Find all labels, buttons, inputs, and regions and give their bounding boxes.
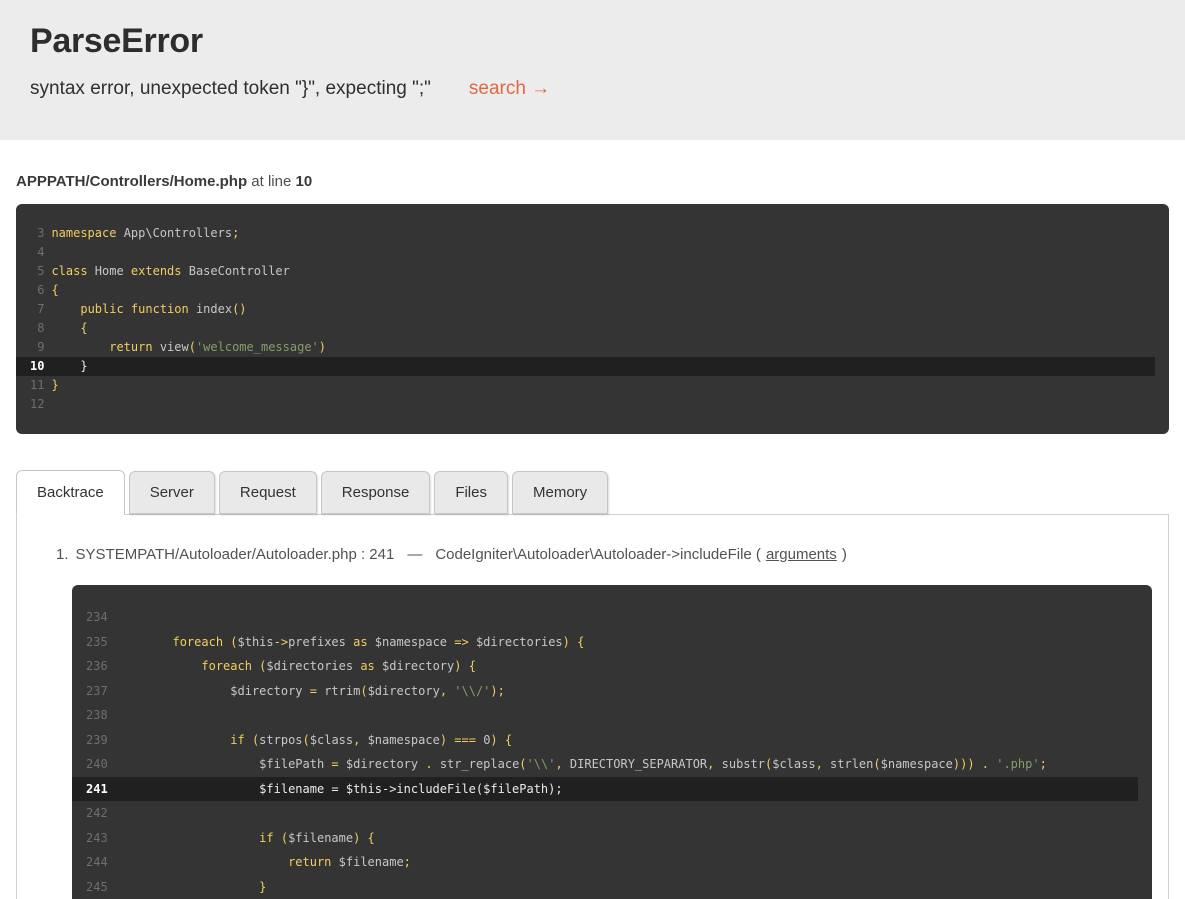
- line-number: 244: [86, 850, 108, 875]
- code-line: 5class Home extends BaseController: [16, 262, 1155, 281]
- line-number: 241: [86, 777, 108, 802]
- tab-memory[interactable]: Memory: [512, 471, 608, 514]
- line-number: 9: [30, 338, 44, 357]
- tab-response[interactable]: Response: [321, 471, 431, 514]
- code-line: 245 }: [72, 875, 1138, 899]
- page-header: ParseError syntax error, unexpected toke…: [0, 0, 1185, 140]
- backtrace-index: 1.: [56, 546, 69, 563]
- tab-backtrace[interactable]: Backtrace: [16, 470, 125, 515]
- line-number: 242: [86, 801, 108, 826]
- code-line: 12: [16, 395, 1155, 414]
- line-number: 239: [86, 728, 108, 753]
- tab-request[interactable]: Request: [219, 471, 317, 514]
- code-line: 234: [72, 605, 1138, 630]
- backtrace-list: 1. SYSTEMPATH/Autoloader/Autoloader.php :…: [33, 546, 1152, 899]
- line-number: 236: [86, 654, 108, 679]
- code-line: 8 {: [16, 319, 1155, 338]
- arguments-link[interactable]: arguments: [766, 546, 837, 563]
- line-number: 234: [86, 605, 108, 630]
- search-link[interactable]: search →: [469, 78, 550, 100]
- line-number: 8: [30, 319, 44, 338]
- line-number: 3: [30, 224, 44, 243]
- line-number: 5: [30, 262, 44, 281]
- backtrace-location: SYSTEMPATH/Autoloader/Autoloader.php : 2…: [76, 546, 395, 563]
- error-line-number: 10: [296, 173, 313, 190]
- trace-source: 234235 foreach ($this->prefixes as $name…: [72, 585, 1152, 899]
- code-line: 236 foreach ($directories as $directory)…: [72, 654, 1138, 679]
- file-path: APPPATH/Controllers/Home.php: [16, 173, 247, 190]
- file-location: APPPATH/Controllers/Home.php at line 10: [16, 173, 1169, 190]
- code-line: 11}: [16, 376, 1155, 395]
- line-number: 238: [86, 703, 108, 728]
- code-line: 242: [72, 801, 1138, 826]
- line-number: 240: [86, 752, 108, 777]
- code-line-highlighted: 241 $filename = $this->includeFile($file…: [72, 777, 1138, 802]
- line-number: 11: [30, 376, 44, 395]
- page-title: ParseError: [30, 21, 1155, 61]
- code-line: 7 public function index(): [16, 300, 1155, 319]
- tab-files[interactable]: Files: [434, 471, 508, 514]
- tab-server[interactable]: Server: [129, 471, 215, 514]
- code-line: 4: [16, 243, 1155, 262]
- error-message: syntax error, unexpected token "}", expe…: [30, 78, 431, 100]
- code-line: 240 $filePath = $directory . str_replace…: [72, 752, 1138, 777]
- code-line: 235 foreach ($this->prefixes as $namespa…: [72, 630, 1138, 655]
- backtrace-call-close: ): [842, 546, 847, 563]
- code-line: 237 $directory = rtrim($directory, '\\/'…: [72, 679, 1138, 704]
- code-line: 238: [72, 703, 1138, 728]
- code-line: 244 return $filename;: [72, 850, 1138, 875]
- code-line: 239 if (strpos($class, $namespace) === 0…: [72, 728, 1138, 753]
- line-number: 6: [30, 281, 44, 300]
- code-line: 6{: [16, 281, 1155, 300]
- error-page: ParseError syntax error, unexpected toke…: [0, 0, 1185, 899]
- backtrace-item: 1. SYSTEMPATH/Autoloader/Autoloader.php :…: [56, 546, 1152, 899]
- tabs-row: BacktraceServerRequestResponseFilesMemor…: [16, 470, 1169, 514]
- line-number: 245: [86, 875, 108, 899]
- dash-separator: —: [407, 546, 422, 563]
- backtrace-item-header: 1. SYSTEMPATH/Autoloader/Autoloader.php :…: [56, 546, 1152, 563]
- code-line: 3namespace App\Controllers;: [16, 224, 1155, 243]
- line-number: 235: [86, 630, 108, 655]
- code-line: 9 return view('welcome_message'): [16, 338, 1155, 357]
- line-number: 243: [86, 826, 108, 851]
- backtrace-panel: 1. SYSTEMPATH/Autoloader/Autoloader.php :…: [16, 514, 1169, 899]
- main-source: 3namespace App\Controllers;45class Home …: [16, 204, 1169, 434]
- error-message-row: syntax error, unexpected token "}", expe…: [30, 78, 1155, 100]
- line-number: 10: [30, 357, 44, 376]
- code-line: 243 if ($filename) {: [72, 826, 1138, 851]
- at-line-label: at line: [247, 173, 295, 190]
- backtrace-call: CodeIgniter\Autoloader\Autoloader->inclu…: [435, 546, 761, 563]
- code-line-highlighted: 10 }: [16, 357, 1155, 376]
- line-number: 237: [86, 679, 108, 704]
- line-number: 7: [30, 300, 44, 319]
- line-number: 4: [30, 243, 44, 262]
- line-number: 12: [30, 395, 44, 414]
